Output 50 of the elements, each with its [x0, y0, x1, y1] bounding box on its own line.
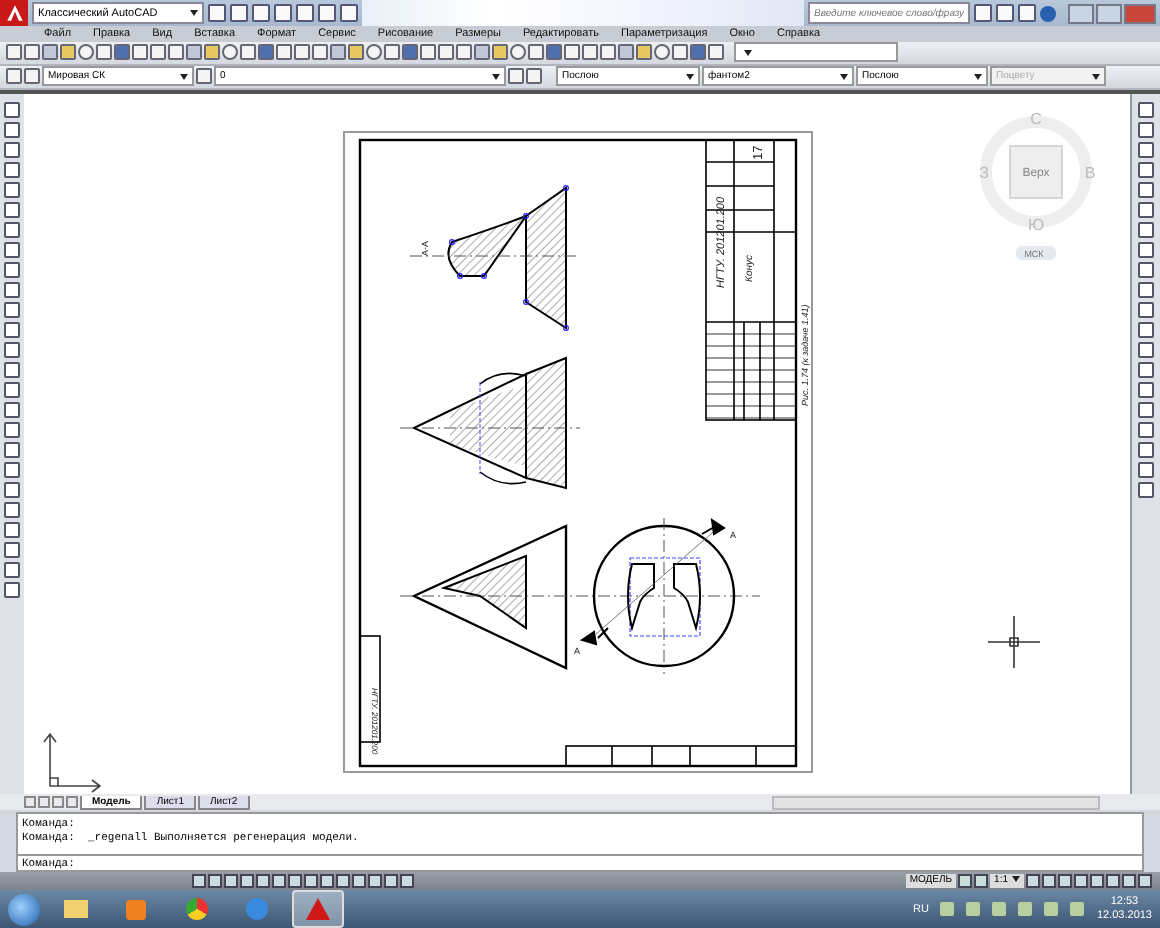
help-icon[interactable] — [1040, 5, 1056, 21]
square-icon[interactable] — [1122, 874, 1136, 889]
ucs-axes-icon — [43, 732, 102, 793]
minimize-icon[interactable] — [1068, 3, 1094, 23]
square-icon[interactable] — [1106, 874, 1120, 889]
square-icon[interactable] — [352, 874, 366, 889]
caret-icon — [492, 73, 500, 80]
caret-icon — [686, 73, 694, 80]
square-icon[interactable] — [958, 874, 973, 889]
square-icon[interactable] — [1026, 874, 1040, 889]
square-icon[interactable] — [1058, 874, 1072, 889]
folder-icon[interactable] — [348, 44, 364, 61]
folder-icon[interactable] — [204, 44, 220, 61]
square-icon[interactable] — [1090, 874, 1104, 889]
folder-icon[interactable] — [492, 44, 508, 61]
caret-icon — [840, 73, 848, 80]
page-icon[interactable] — [294, 44, 310, 61]
cube-icon[interactable] — [186, 44, 202, 61]
square-icon[interactable] — [288, 874, 302, 889]
page-icon[interactable] — [6, 44, 22, 61]
folder-icon[interactable] — [60, 44, 76, 61]
view-dropdown[interactable] — [734, 42, 898, 63]
cube-icon[interactable] — [618, 44, 634, 61]
horizontal-scrollbar[interactable] — [771, 795, 1100, 810]
close-icon[interactable] — [1124, 3, 1156, 23]
folder-icon[interactable] — [636, 44, 652, 61]
cube-icon[interactable] — [42, 44, 58, 61]
crosshair-cursor-icon — [987, 614, 1041, 669]
square-icon[interactable] — [974, 874, 989, 889]
app-logo-icon[interactable] — [0, 0, 28, 26]
cube-icon[interactable] — [474, 44, 490, 61]
caret-icon — [1092, 73, 1100, 80]
cube-icon[interactable] — [330, 44, 346, 61]
page-icon[interactable] — [582, 44, 598, 61]
caret-icon — [974, 73, 982, 80]
cut-arrow-icon — [701, 518, 726, 535]
page-icon[interactable] — [438, 44, 454, 61]
caret-icon — [190, 10, 198, 16]
page-icon[interactable] — [150, 44, 166, 61]
maximize-icon[interactable] — [1096, 3, 1122, 23]
square-icon[interactable] — [1042, 874, 1056, 889]
square-icon[interactable] — [1138, 874, 1152, 889]
square-icon[interactable] — [224, 874, 238, 889]
cad-app-icon[interactable] — [292, 890, 344, 928]
cut-arrow-icon — [581, 626, 609, 645]
caret-icon — [744, 49, 752, 56]
caret-icon — [1012, 876, 1020, 883]
caret-icon — [180, 73, 188, 80]
start-button[interactable] — [8, 893, 40, 926]
square-icon[interactable] — [1074, 874, 1088, 889]
